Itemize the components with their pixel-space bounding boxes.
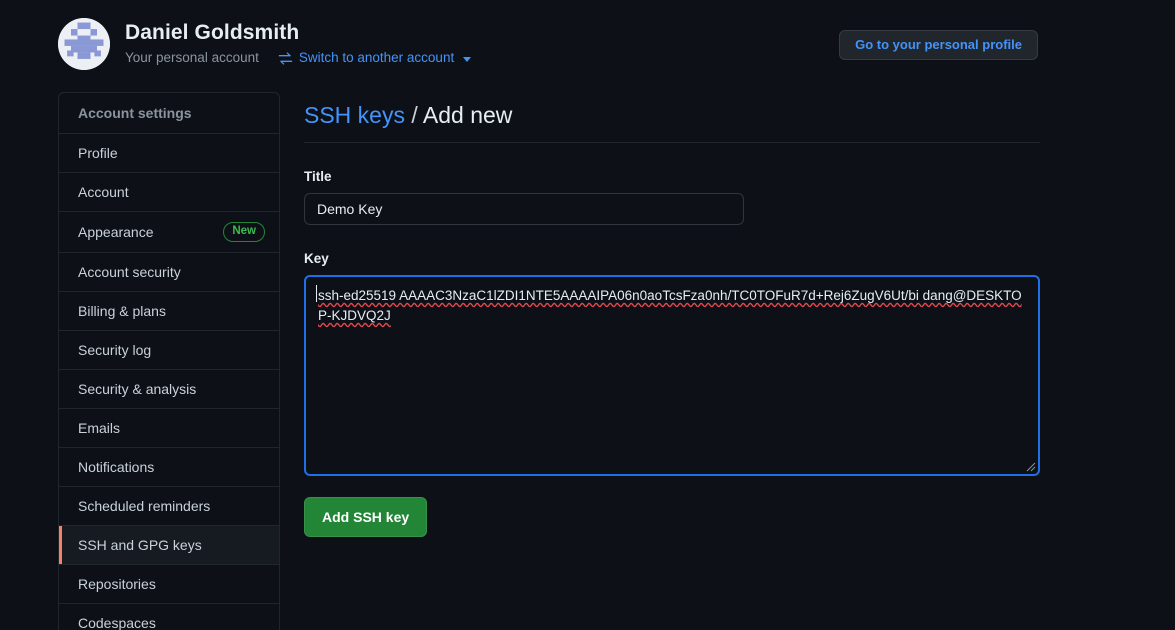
title-field-label: Title [304,169,332,184]
key-field-label: Key [304,251,329,266]
sidebar-item-account[interactable]: Account [59,173,279,212]
text-caret [316,285,317,302]
sidebar-item-security-analysis[interactable]: Security & analysis [59,370,279,409]
switch-account-link[interactable]: Switch to another account [278,49,472,67]
sidebar-item-emails[interactable]: Emails [59,409,279,448]
sidebar-item-label: Repositories [78,576,156,592]
sidebar-item-appearance[interactable]: Appearance New [59,212,279,253]
main-content: SSH keys / Add new Title Key ssh-ed25519… [304,92,1040,537]
sidebar-item-label: Security log [78,342,152,358]
chevron-down-icon [463,56,472,62]
sidebar-item-label: Appearance [78,224,154,240]
page-title: SSH keys / Add new [304,100,1040,143]
sidebar-item-billing-plans[interactable]: Billing & plans [59,292,279,331]
sidebar-item-label: Account security [78,264,181,280]
sidebar-item-label: Scheduled reminders [78,498,211,514]
sidebar-item-profile[interactable]: Profile [59,134,279,173]
title-input[interactable] [304,193,744,225]
identicon-avatar[interactable] [58,18,110,70]
sidebar-item-label: Emails [78,420,121,436]
breadcrumb-ssh-keys-link[interactable]: SSH keys [304,102,405,128]
key-textarea[interactable]: ssh-ed25519 AAAAC3NzaC1lZDI1NTE5AAAAIPA0… [304,275,1040,476]
sidebar-item-label: Profile [78,145,118,161]
sidebar-item-repositories[interactable]: Repositories [59,565,279,604]
breadcrumb-separator: / [411,102,418,128]
account-text-block: Daniel Goldsmith Your personal account S… [125,18,472,67]
sidebar-item-label: SSH and GPG keys [78,537,202,553]
page-header: Daniel Goldsmith Your personal account S… [0,0,1175,88]
sidebar-item-label: Security & analysis [78,381,197,397]
account-subtitle: Your personal account [125,50,259,65]
sidebar-item-list: Profile Account Appearance New Account secur… [59,134,279,630]
breadcrumb-current: Add new [422,102,513,128]
sidebar-item-scheduled-reminders[interactable]: Scheduled reminders [59,487,279,526]
sidebar-item-notifications[interactable]: Notifications [59,448,279,487]
switch-arrows-icon [278,51,293,66]
add-ssh-key-button[interactable]: Add SSH key [304,497,428,537]
sidebar-item-label: Account [78,184,129,200]
sidebar-item-account-security[interactable]: Account security [59,253,279,292]
go-to-personal-profile-button[interactable]: Go to your personal profile [839,30,1038,60]
new-badge: New [223,222,265,242]
sidebar-item-ssh-and-gpg-keys[interactable]: SSH and GPG keys [59,526,279,565]
settings-page: Daniel Goldsmith Your personal account S… [0,0,1175,630]
sidebar-item-label: Billing & plans [78,303,166,319]
account-settings-sidebar: Account settings Profile Account Appearanc… [58,92,280,630]
account-summary: Daniel Goldsmith Your personal account S… [58,18,472,70]
account-subline: Your personal account Switch to another … [125,49,472,67]
switch-account-label: Switch to another account [298,50,455,65]
key-textarea-wrapper: ssh-ed25519 AAAAC3NzaC1lZDI1NTE5AAAAIPA0… [304,275,1040,476]
sidebar-item-label: Codespaces [78,615,156,630]
account-name: Daniel Goldsmith [125,21,300,44]
sidebar-heading: Account settings [59,93,279,134]
sidebar-item-codespaces[interactable]: Codespaces [59,604,279,630]
sidebar-item-label: Notifications [78,459,155,475]
sidebar-item-security-log[interactable]: Security log [59,331,279,370]
